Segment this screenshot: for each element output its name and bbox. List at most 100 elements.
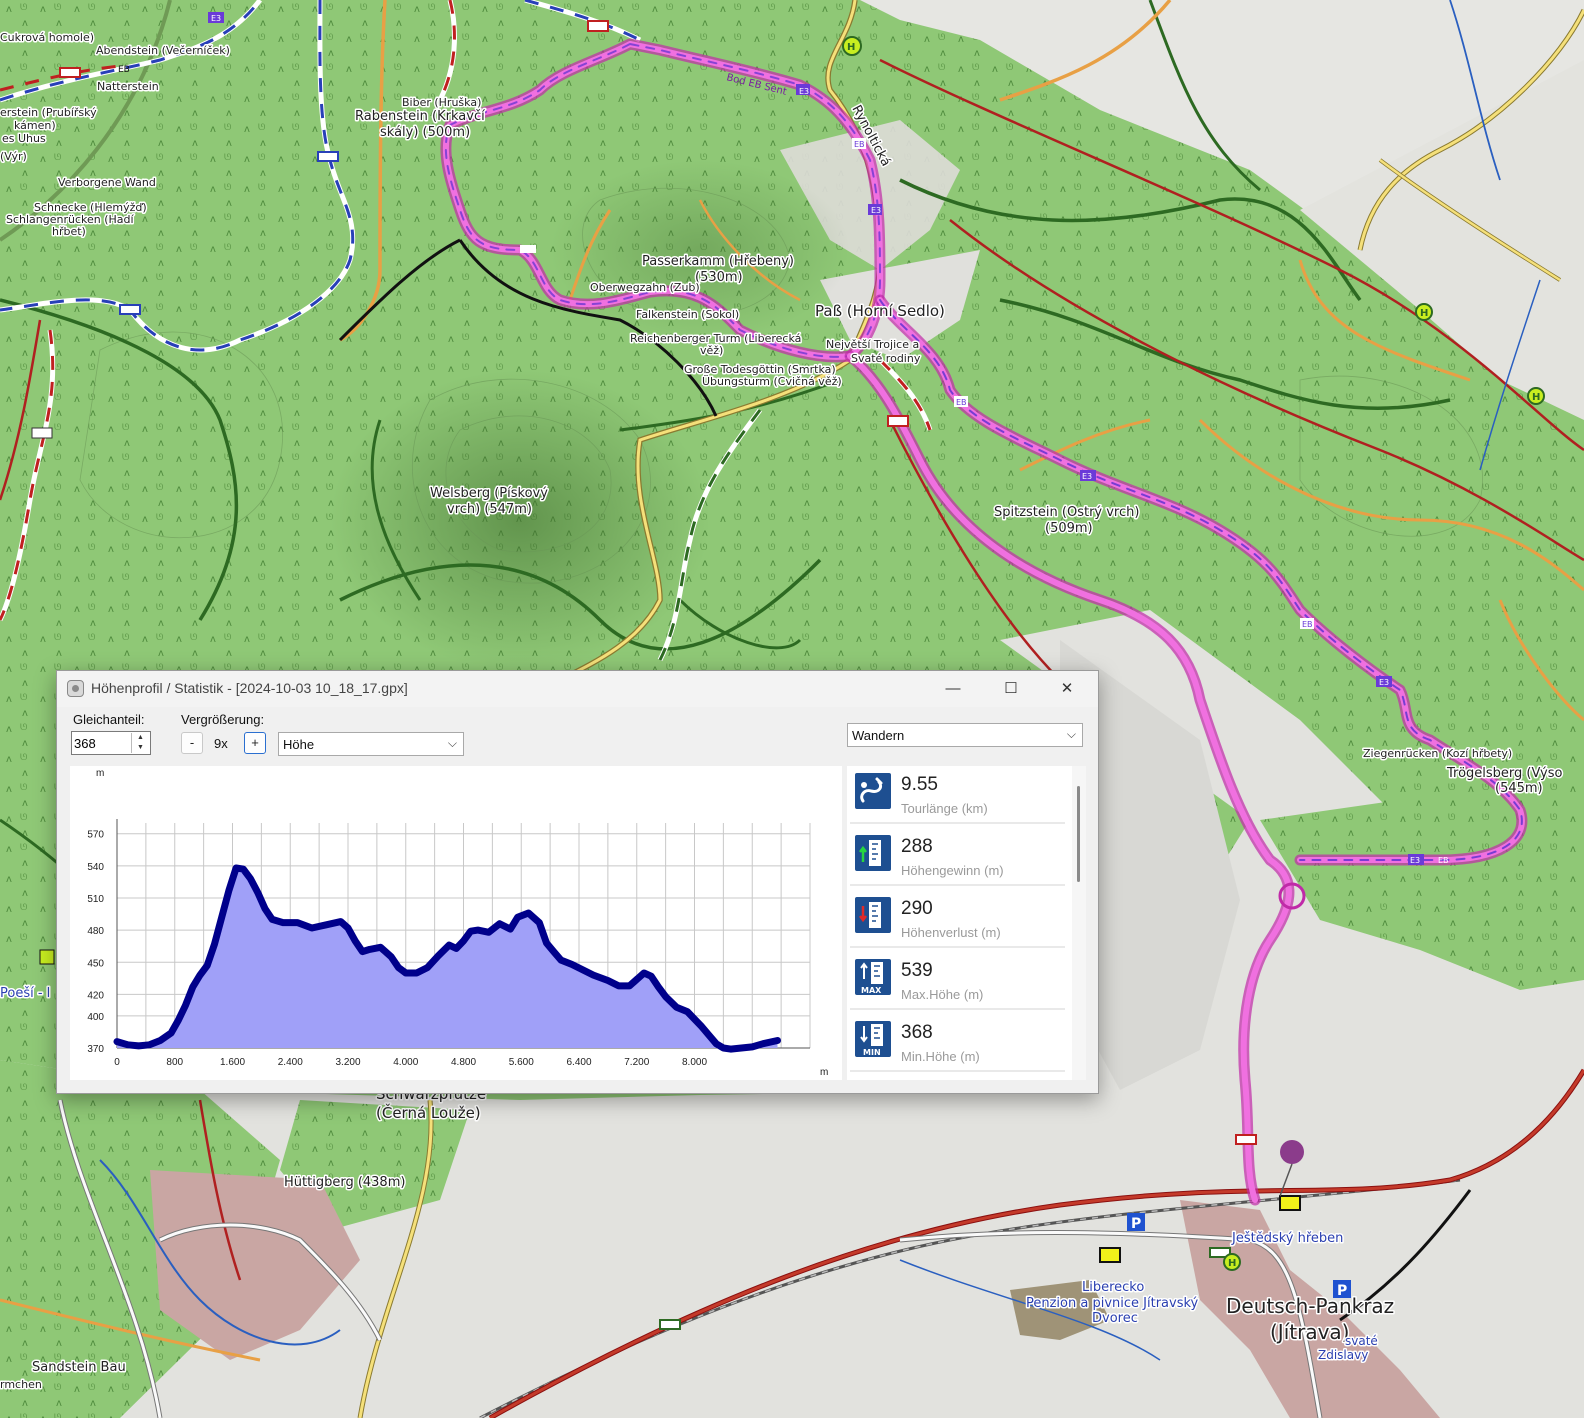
svg-text:H: H bbox=[847, 42, 855, 53]
svg-text:Ziegenrücken (Kozí hřbety): Ziegenrücken (Kozí hřbety) bbox=[1363, 747, 1512, 760]
minimize-button[interactable]: — bbox=[930, 671, 976, 707]
svg-text:Abendstein (Večerníček): Abendstein (Večerníček) bbox=[96, 44, 230, 57]
stat-label: Min.Höhe (m) bbox=[901, 1049, 980, 1064]
svg-text:Oberwegzahn (Zub): Oberwegzahn (Zub) bbox=[590, 281, 700, 294]
stat-card-gain: 288 Höhengewinn (m) bbox=[850, 830, 1065, 886]
elevation-gain-icon bbox=[855, 835, 891, 871]
svg-text:(Jítrava): (Jítrava) bbox=[1270, 1320, 1349, 1344]
svg-text:Rabenstein (Krkavčí: Rabenstein (Krkavčí bbox=[355, 109, 485, 124]
svg-text:Penzion a pivnice Jítravský: Penzion a pivnice Jítravský bbox=[1026, 1296, 1199, 1311]
svg-text:E3: E3 bbox=[871, 206, 881, 215]
chevron-down-icon: ⌵ bbox=[447, 736, 457, 750]
svg-text:(Výr): (Výr) bbox=[0, 150, 27, 163]
elevation-area bbox=[117, 868, 778, 1050]
stat-label: Max.Höhe (m) bbox=[901, 987, 984, 1002]
elevation-chart-svg: 370 400 420 450 480 510 540 570 0 800 1.600 2.400 3.… bbox=[87, 768, 828, 1078]
gleichanteil-label: Gleichanteil: bbox=[73, 712, 145, 727]
y-tick-label: 570 bbox=[87, 830, 104, 841]
stat-card-length: 9.55 Tourlänge (km) bbox=[850, 768, 1065, 824]
stats-scroll-thumb[interactable] bbox=[1077, 786, 1080, 882]
svg-text:Übungsturm (Cvičná věž): Übungsturm (Cvičná věž) bbox=[702, 375, 842, 388]
stat-value: 290 bbox=[901, 898, 933, 919]
svg-text:(Černá Louže): (Černá Louže) bbox=[376, 1103, 481, 1122]
svg-text:E3: E3 bbox=[211, 14, 221, 23]
svg-text:Sandstein Bau: Sandstein Bau bbox=[32, 1360, 126, 1375]
profile-type-select[interactable]: Höhe ⌵ bbox=[278, 732, 464, 756]
zoom-in-button[interactable]: + bbox=[244, 732, 266, 754]
svg-text:Trögelsberg (Výso: Trögelsberg (Výso bbox=[1446, 766, 1563, 781]
svg-text:(545m): (545m) bbox=[1495, 781, 1543, 796]
stats-scrollbar[interactable] bbox=[1072, 766, 1086, 1080]
y-tick-label: 480 bbox=[87, 926, 104, 937]
title-bar[interactable]: Höhenprofil / Statistik - [2024-10-03 10… bbox=[57, 671, 1098, 707]
svg-text:hřbet): hřbet) bbox=[52, 225, 86, 238]
y-tick-label: 510 bbox=[87, 894, 104, 905]
svg-text:Natterstein: Natterstein bbox=[97, 80, 159, 93]
x-tick-label: 7.200 bbox=[624, 1057, 649, 1068]
x-tick-label: 3.200 bbox=[335, 1057, 360, 1068]
svg-text:erstein (Prubířský: erstein (Prubířský bbox=[0, 106, 97, 119]
svg-text:E3: E3 bbox=[799, 87, 809, 96]
svg-text:es Uhus: es Uhus bbox=[2, 132, 46, 145]
spin-down-icon[interactable]: ▼ bbox=[132, 743, 149, 753]
svg-text:Největší Trojice a: Největší Trojice a bbox=[826, 338, 919, 351]
x-tick-label: 800 bbox=[166, 1057, 183, 1068]
max-elevation-icon: MAX bbox=[855, 959, 891, 995]
svg-text:MIN: MIN bbox=[863, 1048, 881, 1057]
route-icon bbox=[855, 773, 891, 809]
stat-value: 368 bbox=[901, 1022, 933, 1043]
gleichanteil-field[interactable]: ▲ ▼ bbox=[71, 731, 151, 755]
svg-text:H: H bbox=[1420, 308, 1428, 319]
svg-text:E3: E3 bbox=[1082, 472, 1092, 481]
stat-card-loss: 290 Höhenverlust (m) bbox=[850, 892, 1065, 948]
svg-text:P: P bbox=[1131, 1216, 1141, 1232]
gleichanteil-input[interactable] bbox=[72, 733, 132, 753]
svg-text:Deutsch-Pankraz: Deutsch-Pankraz bbox=[1226, 1294, 1394, 1318]
svg-text:(530m): (530m) bbox=[695, 270, 743, 285]
svg-text:EB: EB bbox=[118, 65, 130, 75]
svg-text:Falkenstein (Sokol): Falkenstein (Sokol) bbox=[636, 308, 739, 321]
maximize-button[interactable]: ☐ bbox=[988, 671, 1034, 707]
svg-text:Spitzstein (Ostrý vrch): Spitzstein (Ostrý vrch) bbox=[994, 505, 1139, 520]
svg-text:EB: EB bbox=[854, 140, 865, 149]
svg-text:EB: EB bbox=[1438, 856, 1449, 865]
stat-label: Tourlänge (km) bbox=[901, 801, 988, 816]
zoom-out-button[interactable]: - bbox=[181, 732, 203, 754]
svg-text:věž): věž) bbox=[700, 344, 723, 357]
stat-value: 288 bbox=[901, 836, 933, 857]
y-tick-label: 420 bbox=[87, 990, 104, 1001]
svg-text:skály) (500m): skály) (500m) bbox=[380, 125, 470, 140]
elevation-loss-icon bbox=[855, 897, 891, 933]
profile-type-value: Höhe bbox=[283, 737, 315, 752]
close-button[interactable]: ✕ bbox=[1044, 671, 1090, 707]
x-tick-label: 8.000 bbox=[682, 1057, 707, 1068]
elevation-chart[interactable]: 370 400 420 450 480 510 540 570 0 800 1.600 2.400 3.… bbox=[70, 766, 842, 1080]
stat-card-min: MIN 368 Min.Höhe (m) bbox=[850, 1016, 1065, 1072]
svg-text:Welsberg (Pískový: Welsberg (Pískový bbox=[430, 486, 548, 501]
svg-text:Dvorec: Dvorec bbox=[1092, 1311, 1138, 1326]
stat-value: 9.55 bbox=[901, 774, 938, 795]
activity-select[interactable]: Wandern ⌵ bbox=[847, 723, 1083, 747]
vergroesserung-label: Vergrößerung: bbox=[181, 712, 265, 727]
svg-text:Paß (Horní Sedlo): Paß (Horní Sedlo) bbox=[815, 302, 945, 320]
svg-text:H: H bbox=[1228, 1258, 1236, 1269]
stat-card-max: MAX 539 Max.Höhe (m) bbox=[850, 954, 1065, 1010]
svg-text:EB: EB bbox=[1302, 620, 1313, 629]
svg-text:Liberecko: Liberecko bbox=[1082, 1280, 1144, 1295]
chevron-down-icon: ⌵ bbox=[1066, 727, 1076, 741]
statistics-panel[interactable]: 9.55 Tourlänge (km) 288 Höhengewinn (m) … bbox=[847, 766, 1086, 1080]
svg-text:Poeší - l: Poeší - l bbox=[0, 986, 50, 1001]
x-tick-label: 5.600 bbox=[509, 1057, 534, 1068]
spin-up-icon[interactable]: ▲ bbox=[132, 733, 149, 743]
svg-text:Ještědský hřeben: Ještědský hřeben bbox=[1231, 1231, 1343, 1246]
gleichanteil-spinner[interactable]: ▲ ▼ bbox=[131, 733, 149, 753]
x-axis-label: m bbox=[820, 1067, 828, 1078]
svg-text:Cukrová homole): Cukrová homole) bbox=[0, 31, 94, 44]
svg-text:rmchen: rmchen bbox=[0, 1378, 42, 1391]
svg-text:EB: EB bbox=[956, 398, 967, 407]
svg-text:svaté: svaté bbox=[1345, 1334, 1378, 1348]
activity-value: Wandern bbox=[852, 728, 905, 743]
hill-shading bbox=[330, 370, 710, 670]
x-tick-label: 4.800 bbox=[451, 1057, 476, 1068]
window-title: Höhenprofil / Statistik - [2024-10-03 10… bbox=[91, 680, 408, 696]
